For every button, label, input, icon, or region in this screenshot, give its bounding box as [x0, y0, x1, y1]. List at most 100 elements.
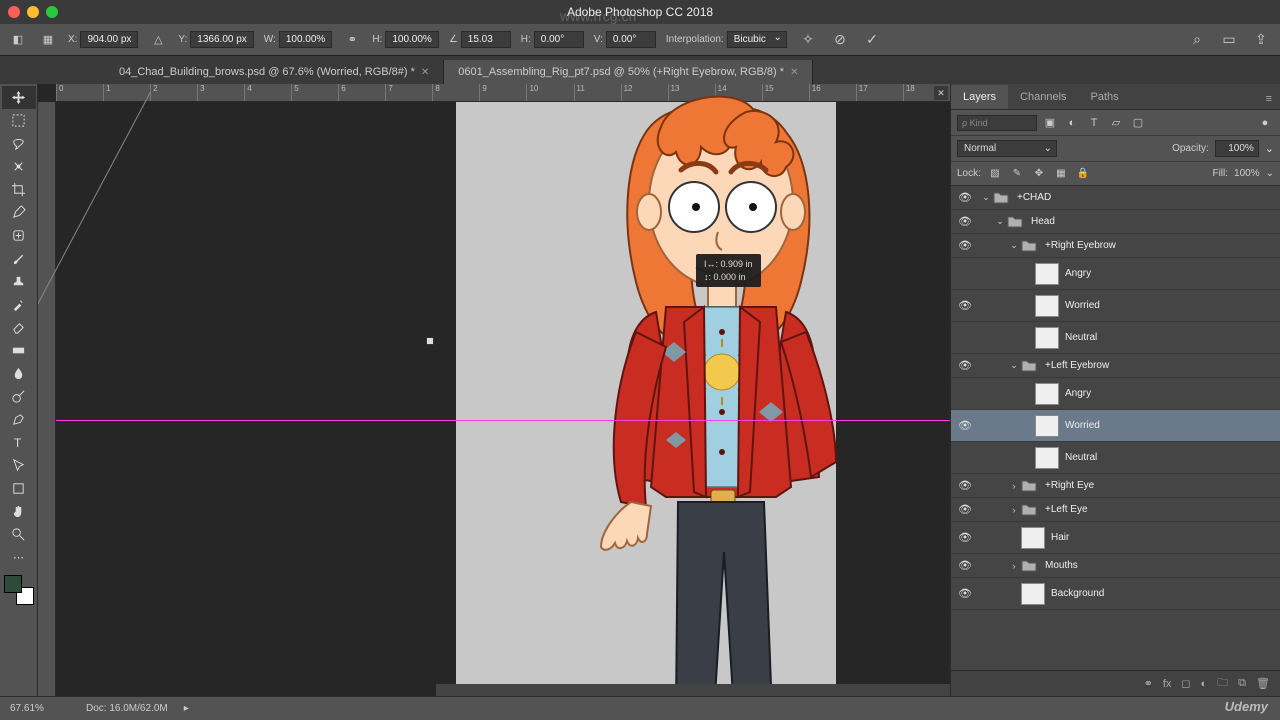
- transform-handle[interactable]: [426, 337, 434, 345]
- opacity-chevron-icon[interactable]: ⌄: [1265, 142, 1274, 155]
- layer-row[interactable]: 👁⌄+Left Eyebrow: [951, 354, 1280, 378]
- search-icon[interactable]: ⌕: [1186, 29, 1208, 51]
- shape-tool[interactable]: [2, 477, 36, 500]
- new-group-icon[interactable]: 🗀: [1217, 674, 1228, 693]
- brush-tool[interactable]: [2, 247, 36, 270]
- disclosure-icon[interactable]: ›: [1007, 561, 1021, 571]
- commit-transform-icon[interactable]: ✓: [861, 29, 883, 51]
- disclosure-icon[interactable]: ›: [1007, 505, 1021, 515]
- layer-row[interactable]: 👁›+Left Eye: [951, 498, 1280, 522]
- h-value[interactable]: 100.00%: [385, 31, 438, 48]
- blend-mode-select[interactable]: Normal: [957, 140, 1057, 157]
- status-chevron-icon[interactable]: ▸: [184, 703, 189, 714]
- type-tool[interactable]: T: [2, 431, 36, 454]
- layer-fx-icon[interactable]: fx: [1163, 678, 1172, 690]
- tab-layers[interactable]: Layers: [951, 85, 1008, 109]
- w-value[interactable]: 100.00%: [279, 31, 332, 48]
- x-value[interactable]: 904.00 px: [80, 31, 138, 48]
- lock-position-icon[interactable]: ✥: [1031, 168, 1047, 179]
- filter-shape-icon[interactable]: ▱: [1107, 114, 1125, 132]
- layer-row[interactable]: 👁›+Right Eye: [951, 474, 1280, 498]
- lasso-tool[interactable]: [2, 132, 36, 155]
- maximize-window-icon[interactable]: [46, 6, 58, 18]
- disclosure-icon[interactable]: ⌄: [1007, 360, 1021, 371]
- document-tab-1[interactable]: 0601_Assembling_Rig_pt7.psd @ 50% (+Righ…: [444, 60, 813, 84]
- doc-size[interactable]: Doc: 16.0M/62.0M: [86, 703, 168, 714]
- zoom-value[interactable]: 67.61%: [10, 703, 70, 714]
- angle-value[interactable]: 15.03: [461, 31, 511, 48]
- layer-row[interactable]: Neutral: [951, 442, 1280, 474]
- filter-adjust-icon[interactable]: ◐: [1063, 114, 1081, 132]
- quick-select-tool[interactable]: [2, 155, 36, 178]
- hand-tool[interactable]: [2, 500, 36, 523]
- layer-row[interactable]: 👁⌄+CHAD: [951, 186, 1280, 210]
- layer-row[interactable]: 👁⌄+Right Eyebrow: [951, 234, 1280, 258]
- minimize-window-icon[interactable]: [27, 6, 39, 18]
- pen-tool[interactable]: [2, 408, 36, 431]
- layer-row[interactable]: 👁Worried: [951, 290, 1280, 322]
- stamp-tool[interactable]: [2, 270, 36, 293]
- visibility-toggle-icon[interactable]: 👁: [951, 531, 979, 544]
- link-layers-icon[interactable]: ⚭: [1144, 677, 1153, 690]
- share-icon[interactable]: ⇪: [1250, 29, 1272, 51]
- link-wh-icon[interactable]: ⚭: [342, 30, 362, 50]
- visibility-toggle-icon[interactable]: 👁: [951, 191, 979, 204]
- vertical-ruler[interactable]: [38, 102, 56, 696]
- layer-list[interactable]: 👁⌄+CHAD👁⌄Head👁⌄+Right EyebrowAngry👁Worri…: [951, 186, 1280, 670]
- transform-tool-icon[interactable]: ◧: [8, 30, 28, 50]
- visibility-toggle-icon[interactable]: 👁: [951, 215, 979, 228]
- edit-toolbar-icon[interactable]: ⋯: [2, 546, 36, 569]
- hskew-value[interactable]: 0.00°: [534, 31, 584, 48]
- visibility-toggle-icon[interactable]: 👁: [951, 479, 979, 492]
- vskew-value[interactable]: 0.00°: [606, 31, 656, 48]
- gradient-tool[interactable]: [2, 339, 36, 362]
- horizontal-guide[interactable]: [56, 420, 950, 421]
- visibility-toggle-icon[interactable]: 👁: [951, 359, 979, 372]
- move-tool[interactable]: [2, 86, 36, 109]
- eyedropper-tool[interactable]: [2, 201, 36, 224]
- filter-pixel-icon[interactable]: ▣: [1041, 114, 1059, 132]
- lock-artboard-icon[interactable]: ▦: [1053, 168, 1069, 179]
- disclosure-icon[interactable]: ⌄: [979, 192, 993, 203]
- tab-paths[interactable]: Paths: [1079, 85, 1131, 109]
- layer-row[interactable]: 👁⌄Head: [951, 210, 1280, 234]
- document-tab-0[interactable]: 04_Chad_Building_brows.psd @ 67.6% (Worr…: [105, 60, 444, 84]
- layer-row[interactable]: 👁Hair: [951, 522, 1280, 554]
- opacity-value[interactable]: 100%: [1215, 140, 1259, 157]
- panel-menu-icon[interactable]: ≡: [1258, 89, 1280, 109]
- new-layer-icon[interactable]: ⧉: [1238, 677, 1246, 690]
- disclosure-icon[interactable]: ⌄: [1007, 240, 1021, 251]
- arrange-icon[interactable]: ▭: [1218, 29, 1240, 51]
- warp-mode-icon[interactable]: ✧: [797, 29, 819, 51]
- layer-row[interactable]: Angry: [951, 378, 1280, 410]
- visibility-toggle-icon[interactable]: 👁: [951, 587, 979, 600]
- canvas[interactable]: I↔: 0.909 in ↕: 0.000 in: [56, 102, 950, 696]
- layer-mask-icon[interactable]: ◻: [1181, 677, 1190, 690]
- layer-row[interactable]: Neutral: [951, 322, 1280, 354]
- history-brush-tool[interactable]: [2, 293, 36, 316]
- layer-row[interactable]: 👁Background: [951, 578, 1280, 610]
- visibility-toggle-icon[interactable]: 👁: [951, 559, 979, 572]
- layer-row[interactable]: Angry: [951, 258, 1280, 290]
- adjustment-layer-icon[interactable]: ◐: [1201, 678, 1208, 690]
- layer-filter-select[interactable]: ρ Kind: [957, 115, 1037, 131]
- marquee-tool[interactable]: [2, 109, 36, 132]
- panel-close-icon[interactable]: ✕: [934, 86, 948, 100]
- interp-select[interactable]: Bicubic: [727, 31, 787, 48]
- filter-smart-icon[interactable]: ▢: [1129, 114, 1147, 132]
- visibility-toggle-icon[interactable]: 👁: [951, 503, 979, 516]
- eraser-tool[interactable]: [2, 316, 36, 339]
- healing-tool[interactable]: [2, 224, 36, 247]
- blur-tool[interactable]: [2, 362, 36, 385]
- lock-paint-icon[interactable]: ✎: [1009, 168, 1025, 179]
- crop-tool[interactable]: [2, 178, 36, 201]
- close-tab-icon[interactable]: ✕: [790, 67, 798, 78]
- lock-transparent-icon[interactable]: ▨: [987, 168, 1003, 179]
- y-value[interactable]: 1366.00 px: [190, 31, 254, 48]
- dodge-tool[interactable]: [2, 385, 36, 408]
- disclosure-icon[interactable]: ›: [1007, 481, 1021, 491]
- layer-row[interactable]: 👁Worried: [951, 410, 1280, 442]
- filter-toggle-icon[interactable]: ●: [1256, 114, 1274, 132]
- visibility-toggle-icon[interactable]: 👁: [951, 239, 979, 252]
- close-tab-icon[interactable]: ✕: [421, 67, 429, 78]
